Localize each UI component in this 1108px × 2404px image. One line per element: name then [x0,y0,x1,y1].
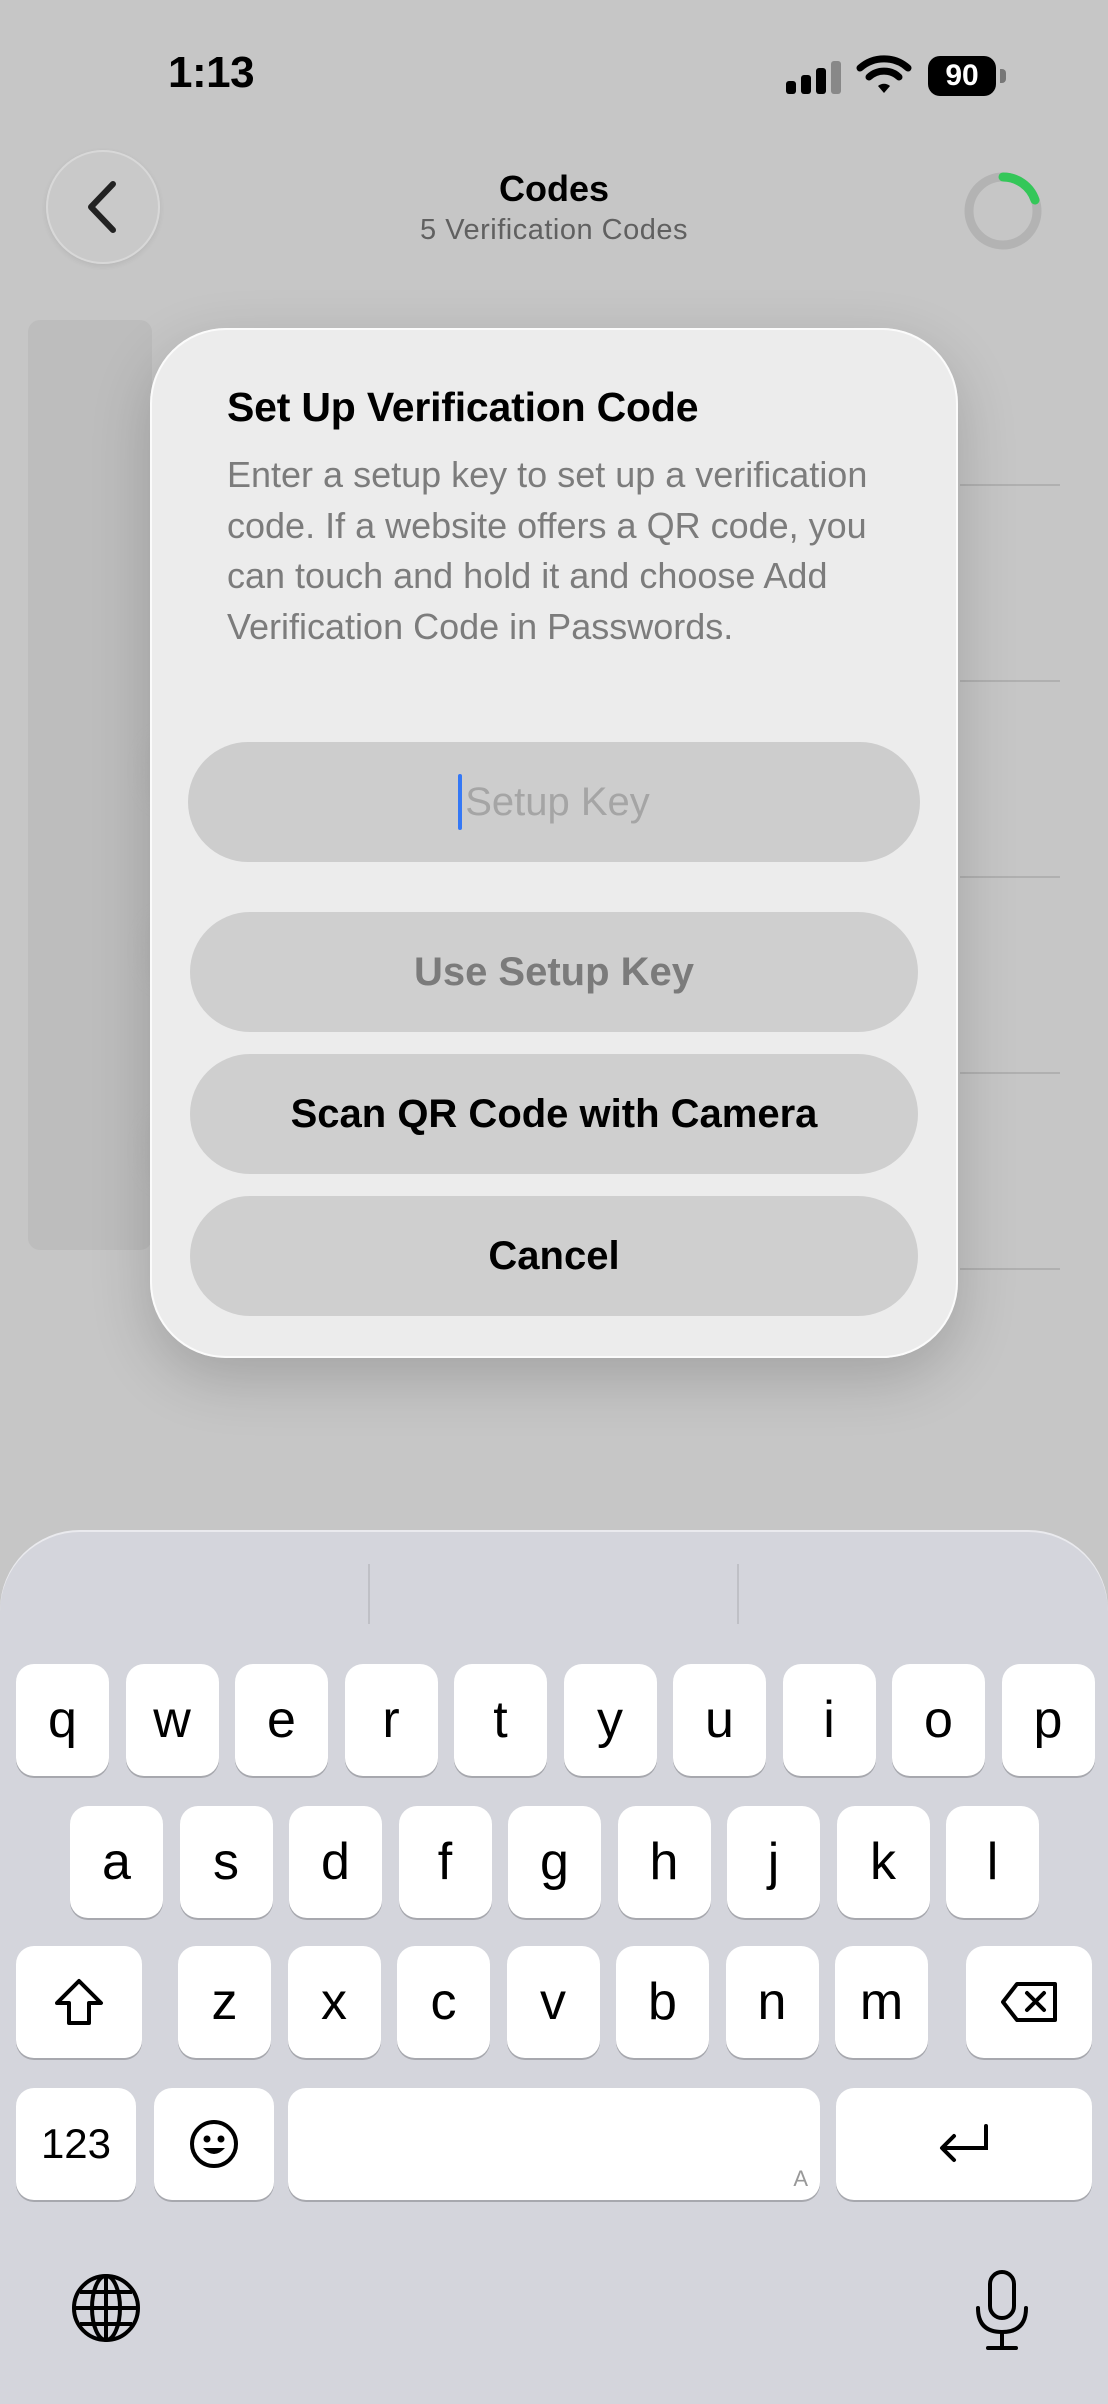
battery-icon: 90 [928,56,1006,96]
list-divider [960,484,1060,486]
backspace-icon [1001,1982,1057,2022]
key-q[interactable]: q [16,1664,109,1776]
list-divider [960,876,1060,878]
key-z[interactable]: z [178,1946,271,2058]
suggestion-divider [368,1564,370,1624]
key-x[interactable]: x [287,1946,381,2058]
status-time: 1:13 [168,48,255,97]
cellular-signal-icon [786,60,842,94]
use-setup-key-button[interactable]: Use Setup Key [190,912,918,1032]
delete-key[interactable] [966,1946,1092,2058]
globe-icon[interactable] [66,2268,146,2348]
key-b[interactable]: b [616,1946,709,2058]
key-o[interactable]: o [892,1664,985,1776]
list-divider [960,680,1060,682]
code-list-background [28,320,152,1250]
key-w[interactable]: w [125,1664,219,1776]
battery-level: 90 [928,56,996,96]
return-icon [940,2124,988,2162]
numbers-key[interactable]: 123 [16,2088,136,2200]
key-r[interactable]: r [344,1664,438,1776]
list-divider [960,1072,1060,1074]
key-a[interactable]: a [70,1806,163,1918]
dialog-title: Set Up Verification Code [227,384,699,430]
key-m[interactable]: m [835,1946,928,2058]
cancel-button[interactable]: Cancel [190,1196,918,1316]
shift-key[interactable] [16,1946,142,2058]
key-y[interactable]: y [563,1664,657,1776]
key-u[interactable]: u [673,1664,766,1776]
setup-key-placeholder: Setup Key [465,779,650,824]
scan-qr-code-button[interactable]: Scan QR Code with Camera [190,1054,918,1174]
dialog-message: Enter a setup key to set up a verificati… [227,454,868,647]
key-i[interactable]: i [782,1664,876,1776]
key-g[interactable]: g [508,1806,601,1918]
page-title: Codes [498,168,610,209]
key-s[interactable]: s [179,1806,273,1918]
shift-icon [55,1979,103,2025]
setup-key-input[interactable]: Setup Key [188,742,920,862]
key-p[interactable]: p [1001,1664,1095,1776]
code-timer-icon [960,168,1046,254]
key-k[interactable]: k [836,1806,930,1918]
space-hint: A [793,2166,808,2191]
suggestion-divider [737,1564,739,1624]
key-n[interactable]: n [725,1946,819,2058]
key-j[interactable]: j [727,1806,820,1918]
key-f[interactable]: f [398,1806,492,1918]
microphone-icon[interactable] [962,2266,1042,2356]
text-caret [458,774,463,830]
list-divider [960,1268,1060,1270]
emoji-icon [190,2120,238,2168]
key-t[interactable]: t [454,1664,547,1776]
space-key[interactable]: A [288,2088,820,2200]
key-v[interactable]: v [506,1946,600,2058]
return-key[interactable] [836,2088,1092,2200]
key-c[interactable]: c [397,1946,490,2058]
page-subtitle: 5 Verification Codes [420,214,688,246]
key-h[interactable]: h [617,1806,711,1918]
key-d[interactable]: d [289,1806,382,1918]
emoji-key[interactable] [154,2088,274,2200]
key-e[interactable]: e [235,1664,328,1776]
key-l[interactable]: l [946,1806,1039,1918]
wifi-icon [856,54,912,96]
